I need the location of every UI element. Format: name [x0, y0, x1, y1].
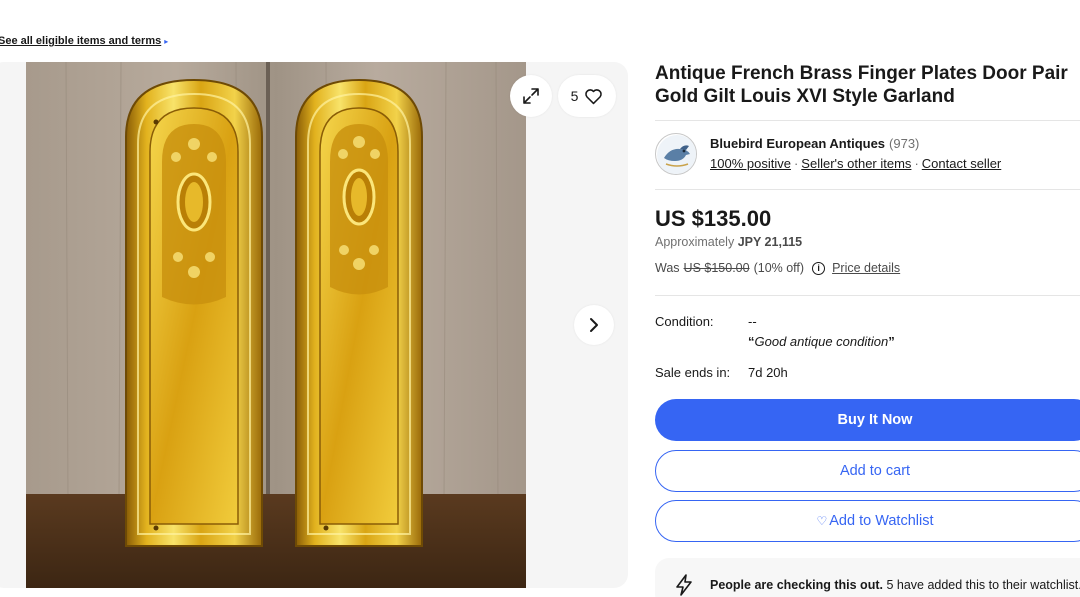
sale-ends-label: Sale ends in:: [655, 365, 731, 380]
seller-feedback-count: (973): [889, 136, 920, 151]
item-price: US $135.00: [655, 206, 772, 231]
heart-icon: ♡: [816, 514, 828, 528]
add-to-watchlist-button[interactable]: ♡ Add to Watchlist: [655, 500, 1080, 542]
expand-image-button[interactable]: [510, 75, 552, 117]
watch-count-button[interactable]: 5: [558, 75, 616, 117]
expand-icon: [523, 88, 539, 104]
divider: [655, 295, 1080, 296]
approx-price: Approximately JPY 21,115: [655, 235, 803, 249]
divider: [655, 189, 1080, 190]
price-details-link[interactable]: Price details: [832, 261, 900, 275]
separator: ·: [793, 156, 799, 171]
seller-links: 100% positive · Seller's other items · Conta…: [710, 156, 1001, 171]
separator: ·: [914, 156, 919, 171]
contact-seller-link[interactable]: Contact seller: [922, 156, 1001, 171]
buy-it-now-button[interactable]: Buy It Now: [655, 399, 1080, 441]
image-gallery: 5: [0, 62, 628, 588]
product-photo[interactable]: [26, 62, 526, 588]
activity-signal: People are checking this out. 5 have add…: [655, 558, 1080, 597]
info-icon[interactable]: i: [812, 261, 826, 275]
heart-icon: [585, 88, 603, 104]
seller-name[interactable]: Bluebird European Antiques (973): [710, 136, 919, 151]
listing-title: Antique French Brass Finger Plates Door …: [655, 63, 1068, 107]
seller-avatar[interactable]: [655, 133, 697, 175]
see-eligible-items-link[interactable]: See all eligible items and terms ▸: [0, 35, 168, 47]
original-price: US $150.00: [683, 261, 750, 275]
activity-signal-text: People are checking this out. 5 have add…: [710, 578, 1080, 592]
bluebird-logo-icon: [657, 135, 696, 174]
condition-note: “Good antique condition”: [748, 334, 895, 349]
seller-positive-link[interactable]: 100% positive: [710, 156, 791, 171]
discount-text: (10% off): [753, 261, 805, 275]
arrow-right-icon: ▸: [164, 37, 169, 46]
lightning-icon: [676, 574, 692, 596]
sale-ends-value: 7d 20h: [748, 365, 788, 380]
was-price: Was US $150.00 (10% off) i Price details: [655, 261, 901, 275]
condition-value: --: [748, 314, 757, 329]
next-image-button[interactable]: [574, 305, 614, 345]
chevron-right-icon: [590, 318, 598, 332]
divider: [655, 120, 1080, 121]
seller-other-items-link[interactable]: Seller's other items: [801, 156, 911, 171]
add-to-cart-button[interactable]: Add to cart: [655, 450, 1080, 492]
watch-count: 5: [570, 88, 579, 104]
condition-label: Condition:: [655, 314, 714, 329]
